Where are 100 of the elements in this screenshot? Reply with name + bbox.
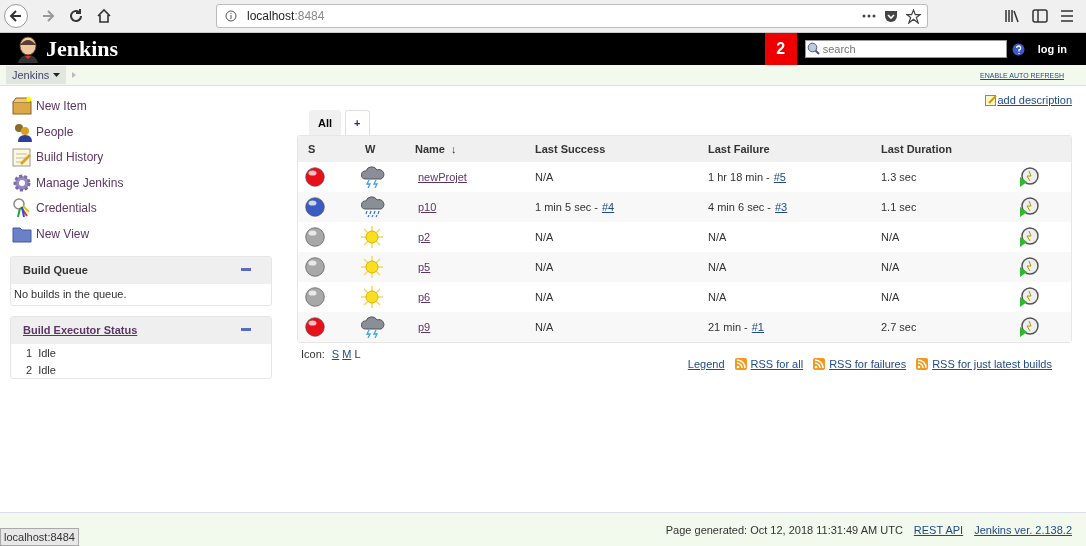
schedule-build-icon[interactable]	[1019, 167, 1039, 187]
sidebar-item[interactable]: People	[12, 121, 272, 142]
schedule-build-icon[interactable]	[1019, 317, 1039, 337]
rss-icon	[916, 358, 929, 370]
rest-api-link[interactable]: REST API	[913, 523, 964, 536]
view-tab[interactable]: +	[345, 110, 370, 135]
caret-icon	[53, 73, 61, 77]
keys-icon	[12, 198, 32, 218]
table-cell: N/A	[708, 231, 727, 243]
info-icon	[225, 10, 237, 22]
rss-link[interactable]: RSS for all	[750, 358, 804, 370]
executor-status: Idle	[38, 363, 56, 376]
table-cell: N/A	[535, 171, 554, 183]
schedule-build-icon[interactable]	[1019, 287, 1039, 307]
sidebar-item[interactable]: New View	[12, 223, 272, 244]
rss-link[interactable]: RSS for failures	[829, 358, 907, 370]
schedule-build-icon[interactable]	[1019, 257, 1039, 277]
breadcrumb-item[interactable]: Jenkins	[6, 66, 67, 84]
table-cell: 1.1 sec	[881, 201, 917, 213]
add-description-link[interactable]: add description	[997, 94, 1072, 106]
table-cell: N/A	[535, 291, 554, 303]
notification-badge[interactable]: 2	[764, 33, 797, 65]
table-cell: N/A	[535, 261, 554, 273]
notepad-icon	[12, 147, 32, 167]
reload-icon[interactable]	[68, 8, 84, 24]
panel-title-link[interactable]: Build Executor Status	[23, 324, 138, 336]
icon-size-current: L	[354, 348, 361, 360]
job-link[interactable]: newProjet	[418, 171, 467, 183]
table-cell: N/A	[881, 261, 900, 273]
job-link[interactable]: p10	[418, 201, 437, 213]
executor-number: 1	[26, 346, 33, 359]
gear-icon	[12, 172, 32, 193]
panel-title: Build Queue	[23, 264, 88, 276]
executor-status: Idle	[38, 346, 56, 359]
page-generated-text: Page generated: Oct 12, 2018 11:31:49 AM UTC	[665, 523, 903, 536]
job-link[interactable]: p9	[418, 321, 431, 333]
address-field[interactable]: localhost:8484	[216, 4, 928, 28]
back-arrow-icon	[8, 8, 24, 24]
job-link[interactable]: p6	[418, 291, 431, 303]
column-header[interactable]: Name ↓	[415, 143, 535, 155]
column-header[interactable]: Last Success	[535, 143, 708, 155]
search-icon	[806, 42, 820, 55]
jenkins-logo[interactable]: Jenkins	[46, 36, 119, 62]
package-icon	[12, 96, 32, 116]
rss-icon	[813, 358, 826, 370]
table-cell: N/A	[535, 231, 554, 243]
build-link[interactable]: #4	[601, 201, 615, 213]
queue-message: No builds in the queue.	[14, 287, 127, 300]
more-icon[interactable]	[862, 14, 876, 18]
legend-link[interactable]: Legend	[687, 358, 725, 370]
sidebar-icon[interactable]	[1032, 9, 1048, 23]
collapse-icon[interactable]	[241, 328, 251, 332]
help-icon[interactable]	[1011, 42, 1025, 56]
sidebar-item[interactable]: Build History	[12, 147, 272, 167]
table-cell: 1.3 sec	[881, 171, 917, 183]
icon-size-link[interactable]: M	[342, 348, 352, 360]
menu-icon[interactable]	[1060, 10, 1074, 22]
table-cell: 2.7 sec	[881, 321, 917, 333]
sidebar-item[interactable]: Manage Jenkins	[12, 172, 272, 193]
icon-size-link[interactable]: S	[331, 348, 340, 360]
sidebar-item[interactable]: Credentials	[12, 198, 272, 218]
table-cell: 1 min 5 sec -	[535, 201, 598, 213]
pocket-icon[interactable]	[884, 9, 898, 23]
table-cell: N/A	[881, 231, 900, 243]
column-header[interactable]: Last Duration	[881, 143, 1019, 155]
people-icon	[12, 121, 32, 142]
collapse-icon[interactable]	[241, 268, 251, 272]
build-link[interactable]: #3	[774, 201, 788, 213]
job-link[interactable]: p5	[418, 261, 431, 273]
table-cell: 4 min 6 sec -	[708, 201, 771, 213]
login-link[interactable]: log in	[1037, 43, 1067, 55]
back-button[interactable]	[4, 4, 28, 28]
view-tab[interactable]: All	[309, 110, 342, 135]
library-icon[interactable]	[1004, 9, 1020, 23]
home-icon[interactable]	[96, 8, 112, 24]
table-cell: 21 min -	[708, 321, 748, 333]
search-field[interactable]: search	[804, 40, 1007, 58]
rss-link[interactable]: RSS for just latest builds	[932, 358, 1052, 370]
column-header[interactable]: Last Failure	[708, 143, 881, 155]
version-link[interactable]: Jenkins ver. 2.138.2	[974, 523, 1072, 536]
column-header[interactable]: S	[298, 143, 355, 155]
build-link[interactable]: #1	[751, 321, 764, 333]
status-tooltip: localhost:8484	[0, 528, 79, 546]
table-cell: N/A	[708, 261, 727, 273]
executor-number: 2	[26, 363, 33, 376]
icon-size-label: Icon:	[301, 348, 325, 360]
job-link[interactable]: p2	[418, 231, 431, 243]
rss-icon	[734, 358, 747, 370]
schedule-build-icon[interactable]	[1019, 227, 1039, 247]
edit-icon	[985, 94, 998, 106]
sidebar-item[interactable]: New Item	[12, 96, 272, 116]
table-cell: 1 hr 18 min -	[708, 171, 770, 183]
build-link[interactable]: #5	[773, 171, 786, 183]
schedule-build-icon[interactable]	[1019, 197, 1039, 217]
table-cell: N/A	[881, 291, 900, 303]
star-icon[interactable]	[906, 8, 921, 24]
table-cell: N/A	[708, 291, 727, 303]
chevron-icon	[72, 72, 77, 78]
column-header[interactable]: W	[355, 143, 415, 155]
table-cell: N/A	[535, 321, 554, 333]
